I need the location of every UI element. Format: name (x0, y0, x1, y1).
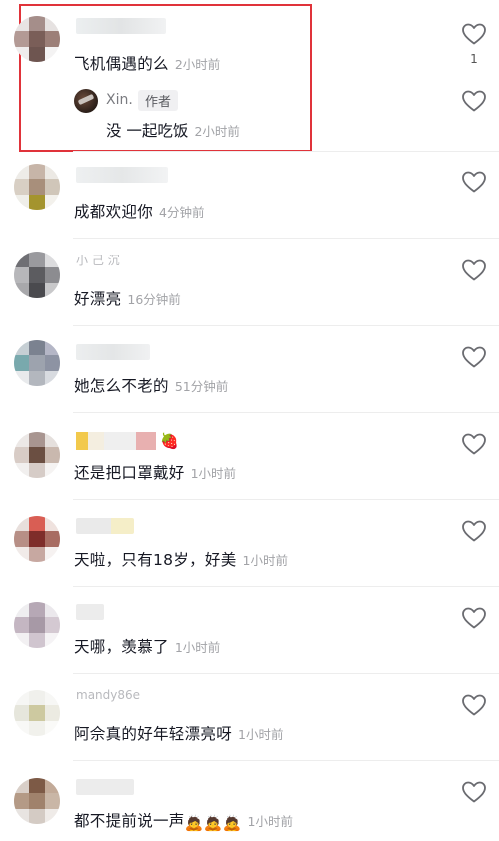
comment-text[interactable]: 阿佘真的好年轻漂亮呀 1小时前 (74, 722, 283, 744)
comment-text[interactable]: 天哪，羡慕了 1小时前 (74, 635, 220, 657)
avatar[interactable] (14, 16, 60, 62)
comment-body: 她怎么不老的 (74, 377, 169, 395)
comment-time: 4分钟前 (159, 205, 205, 220)
username-blurred[interactable] (76, 18, 166, 34)
reply-body: 没 一起吃饭 (106, 122, 189, 140)
comment-body: 还是把口罩戴好 (74, 464, 185, 482)
author-badge: 作者 (138, 90, 179, 111)
emoji-group: 🙇🙇🙇 (184, 814, 242, 832)
reply-username[interactable]: Xin. (106, 92, 133, 108)
comment-list: 飞机偶遇的么 2小时前 1 Xin. 作者 没 一起吃饭 2小时前 成都欢迎你 4分钟… (0, 0, 499, 841)
username-blurred[interactable] (76, 518, 134, 534)
comment-time: 1小时前 (242, 553, 288, 568)
avatar[interactable] (14, 778, 60, 824)
strawberry-icon: 🍓 (160, 432, 179, 450)
username-blurred[interactable]: 小 己 沉 (76, 255, 120, 269)
comment-body: 天啦，只有18岁，好美 (74, 551, 237, 569)
divider (73, 586, 499, 587)
comment-text[interactable]: 她怎么不老的 51分钟前 (74, 374, 228, 396)
heart-outline-icon[interactable] (461, 519, 487, 543)
heart-outline-icon[interactable] (461, 345, 487, 369)
comment-body: 好漂亮 (74, 290, 122, 308)
divider (73, 499, 499, 500)
comment-body: 天哪，羡慕了 (74, 638, 169, 656)
username-blurred[interactable] (76, 779, 134, 795)
username-blurred[interactable]: mandy86e (76, 689, 152, 703)
divider (73, 673, 499, 674)
comment-text[interactable]: 都不提前说一声🙇🙇🙇 1小时前 (74, 809, 293, 832)
comment-time: 1小时前 (190, 466, 237, 481)
comment-text[interactable]: 成都欢迎你 4分钟前 (74, 200, 204, 222)
comment-time: 1小时前 (174, 640, 221, 655)
comment-body: 飞机偶遇的么 (74, 55, 169, 73)
avatar[interactable] (14, 252, 60, 298)
username-blurred[interactable] (76, 604, 104, 620)
divider (73, 325, 499, 326)
avatar[interactable] (14, 516, 60, 562)
heart-outline-icon[interactable] (461, 170, 487, 194)
heart-outline-icon[interactable] (461, 693, 487, 717)
reply-text[interactable]: 没 一起吃饭 2小时前 (106, 119, 240, 141)
comment-time: 1小时前 (238, 727, 284, 742)
comment-text[interactable]: 飞机偶遇的么 2小时前 (74, 52, 220, 74)
avatar[interactable] (14, 432, 60, 478)
avatar[interactable] (14, 602, 60, 648)
comment-body: 阿佘真的好年轻漂亮呀 (74, 725, 233, 743)
heart-outline-icon[interactable] (461, 22, 487, 46)
username-blurred[interactable] (76, 344, 150, 360)
comment-text[interactable]: 还是把口罩戴好 1小时前 (74, 461, 236, 483)
heart-outline-icon[interactable] (461, 258, 487, 282)
divider (73, 412, 499, 413)
like-count: 1 (470, 52, 478, 66)
comment-body: 都不提前说一声 (74, 812, 185, 830)
avatar[interactable] (14, 690, 60, 736)
divider (73, 760, 499, 761)
avatar[interactable] (14, 340, 60, 386)
divider (73, 238, 499, 239)
reply-time: 2小时前 (194, 124, 240, 139)
username-blurred[interactable] (76, 167, 168, 183)
comment-time: 1小时前 (247, 814, 293, 829)
comment-text[interactable]: 好漂亮 16分钟前 (74, 287, 181, 309)
heart-outline-icon[interactable] (461, 89, 487, 113)
heart-outline-icon[interactable] (461, 780, 487, 804)
divider (73, 151, 499, 152)
heart-outline-icon[interactable] (461, 432, 487, 456)
avatar[interactable] (14, 164, 60, 210)
comment-time: 16分钟前 (127, 292, 181, 307)
comment-body: 成都欢迎你 (74, 203, 154, 221)
comment-time: 2小时前 (174, 57, 221, 72)
heart-outline-icon[interactable] (461, 606, 487, 630)
comment-time: 51分钟前 (174, 379, 229, 394)
reply-avatar[interactable] (74, 89, 98, 113)
comment-text[interactable]: 天啦，只有18岁，好美 1小时前 (74, 548, 288, 570)
